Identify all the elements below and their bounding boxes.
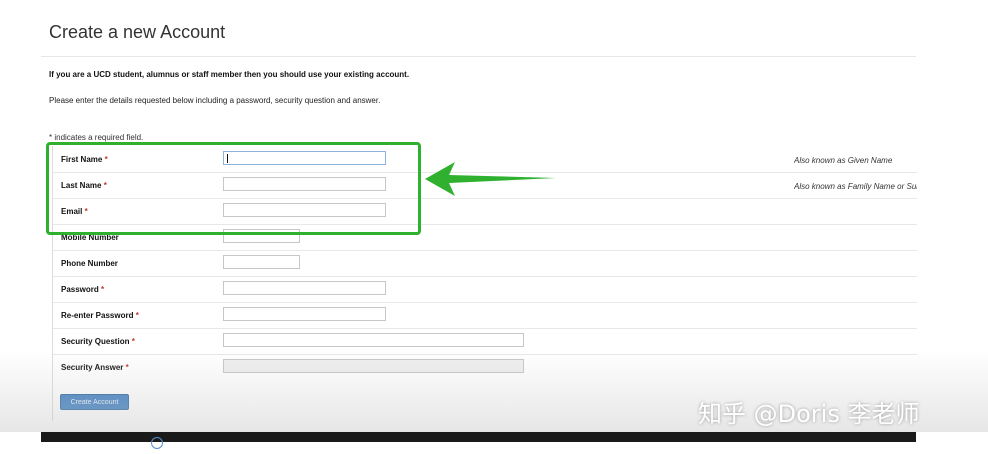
security-answer-input[interactable] <box>223 359 524 373</box>
form-row-mobile: Mobile Number <box>53 224 917 251</box>
form-row-security-answer: Security Answer * <box>53 354 917 380</box>
text-caret <box>227 154 228 163</box>
password-input[interactable] <box>223 281 386 295</box>
form-row-password: Password * <box>53 276 917 303</box>
phone-number-label: Phone Number <box>61 259 118 268</box>
bottom-toolbar <box>41 432 916 449</box>
instructions-text: Please enter the details requested below… <box>49 96 381 105</box>
first-name-input[interactable] <box>223 151 386 165</box>
security-answer-label: Security Answer * <box>61 363 129 372</box>
title-divider <box>41 56 916 57</box>
security-question-select[interactable] <box>223 333 524 347</box>
security-question-label: Security Question * <box>61 337 135 346</box>
phone-number-input[interactable] <box>223 255 300 269</box>
last-name-hint: Also known as Family Name or Surname <box>794 182 917 191</box>
reenter-password-label: Re-enter Password * <box>61 311 139 320</box>
mobile-number-input[interactable] <box>223 229 300 243</box>
form-row-email: Email * <box>53 198 917 225</box>
first-name-hint: Also known as Given Name <box>794 156 893 165</box>
create-account-button[interactable]: Create Account <box>60 394 129 410</box>
account-form: First Name * Also known as Given Name La… <box>52 146 917 421</box>
form-row-reenter-password: Re-enter Password * <box>53 302 917 329</box>
watermark: 知乎 @Doris 李老师 <box>698 400 920 428</box>
email-input[interactable] <box>223 203 386 217</box>
form-row-last-name: Last Name * Also known as Family Name or… <box>53 172 917 199</box>
form-row-phone: Phone Number <box>53 250 917 277</box>
last-name-input[interactable] <box>223 177 386 191</box>
last-name-label: Last Name * <box>61 181 107 190</box>
form-row-first-name: First Name * Also known as Given Name <box>53 146 917 173</box>
password-label: Password * <box>61 285 105 294</box>
first-name-label: First Name * <box>61 155 108 164</box>
email-label: Email * <box>61 207 88 216</box>
circle-icon <box>151 437 163 449</box>
required-field-note: * indicates a required field. <box>49 133 144 142</box>
mobile-number-label: Mobile Number <box>61 233 119 242</box>
account-page: Create a new Account If you are a UCD st… <box>0 0 988 454</box>
ucd-notice: If you are a UCD student, alumnus or sta… <box>49 70 410 79</box>
page-title: Create a new Account <box>49 22 226 42</box>
form-row-security-question: Security Question * <box>53 328 917 355</box>
reenter-password-input[interactable] <box>223 307 386 321</box>
